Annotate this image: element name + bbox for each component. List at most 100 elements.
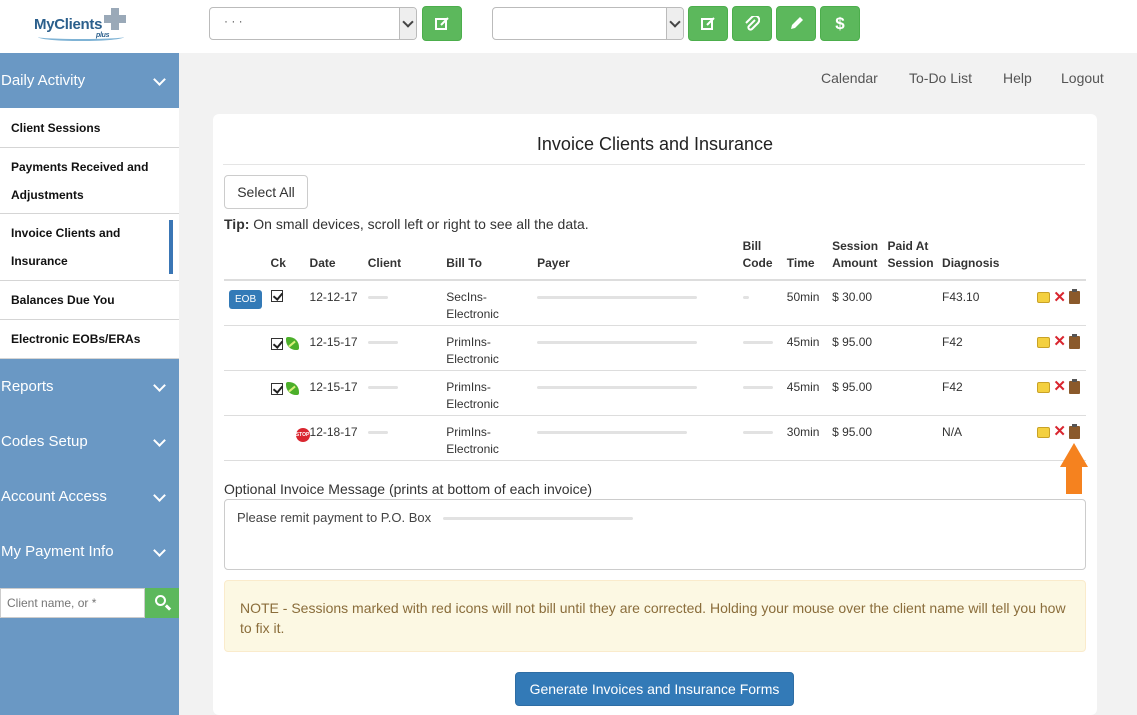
delete-icon[interactable]: ✕ xyxy=(1053,334,1066,349)
menu-my-payment-info[interactable]: My Payment Info xyxy=(0,524,179,579)
top-bar: MyClients plus · · · $ xyxy=(0,0,1137,53)
client-search-button[interactable] xyxy=(145,588,179,618)
generate-invoices-button[interactable]: Generate Invoices and Insurance Forms xyxy=(515,672,794,706)
redacted-client[interactable] xyxy=(367,340,398,344)
delete-icon[interactable]: ✕ xyxy=(1053,379,1066,394)
col-bill-code: Bill Code xyxy=(742,238,787,281)
row-date: 12-15-17 xyxy=(309,334,358,349)
row-time: 50min xyxy=(786,290,820,304)
edit-icon[interactable] xyxy=(1037,381,1051,393)
edit-icon[interactable] xyxy=(1037,336,1051,348)
clipboard-icon[interactable] xyxy=(1069,423,1080,439)
menu-daily-activity[interactable]: Daily Activity xyxy=(0,53,179,108)
col-payer: Payer xyxy=(537,238,743,281)
row-amount: $ 95.00 xyxy=(832,424,873,439)
daily-activity-submenu: Client Sessions Payments Received and Ad… xyxy=(0,108,179,359)
redacted-payer xyxy=(537,340,698,344)
col-bill-to: Bill To xyxy=(446,238,538,281)
redacted-client[interactable] xyxy=(367,296,388,300)
chevron-down-icon xyxy=(153,434,166,447)
redacted-bill-code xyxy=(742,385,773,389)
row-checkbox[interactable] xyxy=(270,337,283,350)
table-row[interactable]: EOB 12-12-17 SecIns-Electronic 50min $ 3… xyxy=(224,280,1086,326)
redacted-bill-code xyxy=(742,340,773,344)
session-edit-button[interactable] xyxy=(688,6,728,41)
orange-up-arrow-icon xyxy=(1060,443,1088,495)
table-row[interactable]: 12-15-17 PrimIns-Electronic 45min $ 95.0… xyxy=(224,325,1086,371)
client-search xyxy=(0,588,179,618)
sidebar-item-client-sessions[interactable]: Client Sessions xyxy=(0,108,179,148)
client-search-input[interactable] xyxy=(0,588,145,618)
nav-calendar[interactable]: Calendar xyxy=(821,70,878,86)
redacted-client[interactable] xyxy=(367,385,398,389)
menu-codes-setup[interactable]: Codes Setup xyxy=(0,414,179,469)
select-all-button[interactable]: Select All xyxy=(224,175,308,209)
sidebar-item-invoice[interactable]: Invoice Clients and Insurance xyxy=(0,214,179,281)
logo-text: MyClients xyxy=(34,16,103,33)
redacted-payer xyxy=(537,430,688,434)
row-bill-to: SecIns-Electronic xyxy=(446,290,499,321)
client-edit-button[interactable] xyxy=(422,6,462,41)
search-icon xyxy=(155,595,166,606)
chevron-down-icon xyxy=(153,544,166,557)
client-select-value: · · · xyxy=(224,14,243,28)
delete-icon[interactable]: ✕ xyxy=(1053,424,1066,439)
col-date: Date xyxy=(309,238,368,281)
table-row[interactable]: 12-15-17 PrimIns-Electronic 45min $ 95.0… xyxy=(224,370,1086,416)
sidebar: Daily Activity Client Sessions Payments … xyxy=(0,53,179,715)
redacted-bill-code xyxy=(742,430,773,434)
edit-square-icon xyxy=(701,16,715,30)
nav-logout[interactable]: Logout xyxy=(1061,70,1104,86)
row-diagnosis: F42 xyxy=(942,334,963,349)
sidebar-item-payments[interactable]: Payments Received and Adjustments xyxy=(0,148,179,214)
menu-reports[interactable]: Reports xyxy=(0,359,179,414)
edit-icon[interactable] xyxy=(1037,292,1051,304)
clipboard-icon[interactable] xyxy=(1069,333,1080,349)
row-amount: $ 30.00 xyxy=(832,290,873,304)
invoice-message-textarea[interactable]: Please remit payment to P.O. Box xyxy=(224,499,1086,570)
row-date: 12-12-17 xyxy=(309,290,358,304)
row-bill-to: PrimIns-Electronic xyxy=(446,424,499,456)
clipboard-icon[interactable] xyxy=(1069,289,1080,305)
nav-todo-list[interactable]: To-Do List xyxy=(909,70,972,86)
table-header-row: Ck Date Client Bill To Payer Bill Code T… xyxy=(224,238,1086,281)
attach-button[interactable] xyxy=(732,6,772,41)
client-select[interactable]: · · · xyxy=(209,7,417,40)
sidebar-item-eobs[interactable]: Electronic EOBs/ERAs xyxy=(0,320,179,359)
invoice-message-value: Please remit payment to P.O. Box xyxy=(237,510,432,525)
divider xyxy=(223,164,1085,165)
menu-account-access[interactable]: Account Access xyxy=(0,469,179,524)
invoice-panel: Invoice Clients and Insurance Select All… xyxy=(213,114,1097,715)
chevron-down-icon xyxy=(399,8,416,39)
pencil-icon xyxy=(791,16,803,29)
app-logo[interactable]: MyClients plus xyxy=(34,8,130,42)
ok-leaf-icon xyxy=(285,336,299,350)
clipboard-icon[interactable] xyxy=(1069,378,1080,394)
redacted-payer xyxy=(537,385,698,389)
session-select[interactable] xyxy=(492,7,684,40)
tip-text: Tip: On small devices, scroll left or ri… xyxy=(224,216,589,232)
pencil-button[interactable] xyxy=(776,6,816,41)
redacted-client[interactable] xyxy=(367,430,388,434)
row-checkbox[interactable] xyxy=(270,382,283,395)
menu-daily-activity-label: Daily Activity xyxy=(1,72,86,89)
message-label: Optional Invoice Message (prints at bott… xyxy=(224,481,593,497)
logo-cross-icon xyxy=(104,8,126,30)
stop-icon[interactable]: STOP xyxy=(295,427,310,442)
ok-leaf-icon xyxy=(285,381,299,395)
col-client: Client xyxy=(367,238,447,281)
delete-icon[interactable]: ✕ xyxy=(1053,290,1066,305)
nav-help[interactable]: Help xyxy=(1003,70,1032,86)
col-session-amount: Session Amount xyxy=(832,238,888,281)
row-diagnosis: F42 xyxy=(942,379,963,394)
row-time: 45min xyxy=(786,334,820,349)
row-checkbox[interactable] xyxy=(270,290,283,302)
redacted-payer xyxy=(537,296,698,300)
row-amount: $ 95.00 xyxy=(832,334,873,349)
sidebar-item-balances[interactable]: Balances Due You xyxy=(0,281,179,320)
eob-badge[interactable]: EOB xyxy=(229,290,263,309)
payment-button[interactable]: $ xyxy=(820,6,860,41)
edit-icon[interactable] xyxy=(1037,426,1051,438)
table-row[interactable]: STOP 12-18-17 PrimIns-Electronic 30min $… xyxy=(224,415,1086,461)
row-date: 12-15-17 xyxy=(309,379,358,394)
